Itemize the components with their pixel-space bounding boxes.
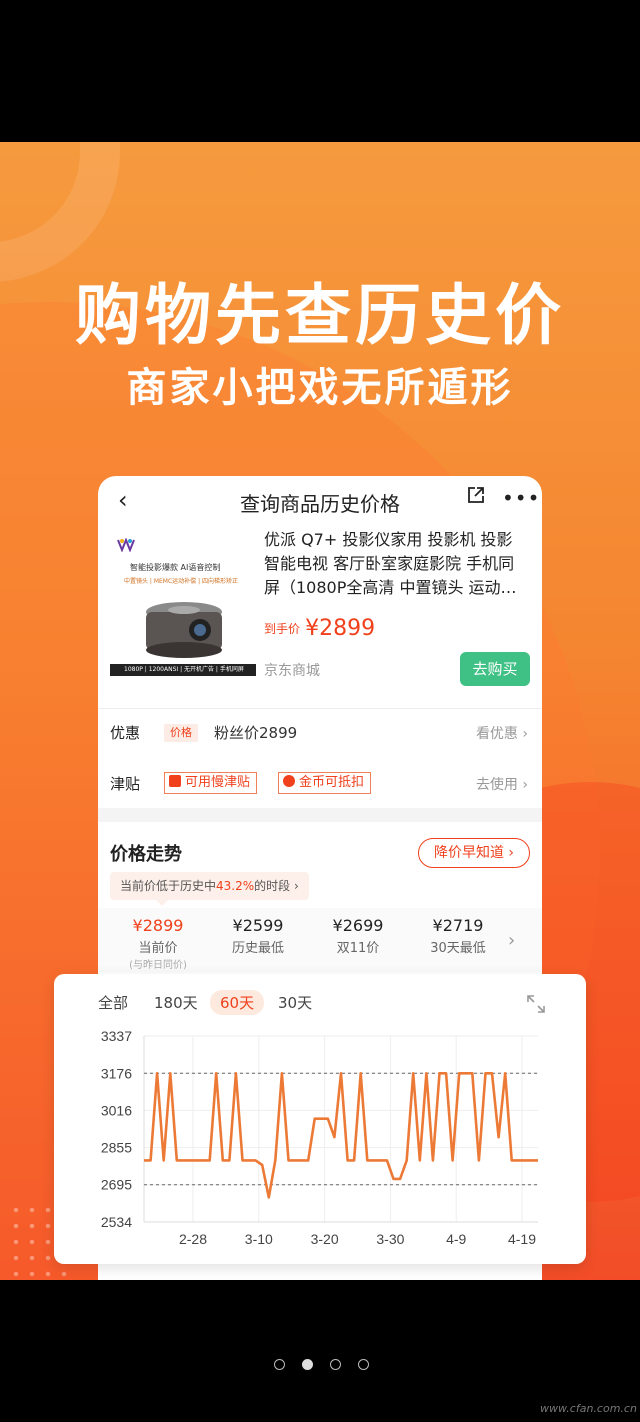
price-drop-alert-button[interactable]: 降价早知道 › bbox=[418, 838, 530, 868]
stat-label: 30天最低 bbox=[430, 941, 486, 956]
x-tick-label: 3-20 bbox=[311, 1231, 339, 1247]
coin-deduct-coupon[interactable]: 金币可抵扣 bbox=[278, 772, 372, 794]
x-tick-label: 4-9 bbox=[446, 1231, 466, 1247]
subsidy-label: 津贴 bbox=[110, 775, 141, 793]
product-name[interactable]: 优派 Q7+ 投影仪家用 投影机 投影智能电视 客厅卧室家庭影院 手机同屏（10… bbox=[264, 528, 526, 600]
stat-note: (与昨日同价) bbox=[129, 960, 187, 971]
price-stats: ¥2899 当前价 (与昨日同价) ¥2599 历史最低 ¥2699 双11价 … bbox=[98, 908, 542, 972]
slow-subsidy-coupon[interactable]: 可用慢津贴 bbox=[164, 772, 258, 794]
y-tick-label: 2855 bbox=[101, 1140, 132, 1156]
y-tick-label: 3337 bbox=[101, 1028, 132, 1044]
stat-30day-lowest: ¥2719 30天最低 bbox=[408, 916, 508, 956]
stat-label: 当前价 bbox=[138, 941, 178, 956]
fan-price: 粉丝价2899 bbox=[214, 724, 298, 742]
x-tick-label: 2-28 bbox=[179, 1231, 207, 1247]
price-tag: 价格 bbox=[164, 724, 198, 742]
page-dot[interactable] bbox=[330, 1359, 341, 1370]
section-gap bbox=[98, 808, 542, 822]
hint-prefix: 当前价低于历史中 bbox=[120, 879, 217, 893]
status-bar-area bbox=[0, 0, 640, 142]
coupon-label: 金币可抵扣 bbox=[299, 775, 365, 790]
watermark: www.cfan.com.cn bbox=[540, 1402, 637, 1415]
more-icon[interactable]: ••• bbox=[502, 486, 540, 510]
projector-illustration bbox=[146, 602, 222, 658]
coin-icon bbox=[283, 775, 295, 787]
hero-subtitle: 商家小把戏无所遁形 bbox=[126, 365, 514, 411]
coupon-label: 可用慢津贴 bbox=[185, 775, 251, 790]
page-dot[interactable] bbox=[302, 1359, 313, 1370]
bottom-area bbox=[0, 1280, 640, 1422]
stat-lowest: ¥2599 历史最低 bbox=[208, 916, 308, 956]
x-tick-label: 3-30 bbox=[376, 1231, 404, 1247]
image-feature-strip: 1080P | 1200ANSI | 无开机广告 | 手机同屏 bbox=[110, 664, 256, 676]
price-line-chart: 3337 3176 3016 2855 2695 2534 2-28 3-10 3-20 3-30… bbox=[101, 1028, 538, 1247]
x-tick-label: 4-19 bbox=[508, 1231, 536, 1247]
y-tick-label: 2534 bbox=[101, 1214, 132, 1230]
brand-logo bbox=[117, 538, 135, 552]
product-image[interactable]: 智能投影爆款 AI语音控制 中置镜头 | MEMC运动补偿 | 四向梯形矫正 1… bbox=[110, 528, 256, 678]
stat-value: ¥2899 bbox=[132, 916, 184, 935]
y-tick-label: 2695 bbox=[101, 1177, 132, 1193]
stat-value: ¥2599 bbox=[232, 916, 284, 935]
product-price: ¥2899 bbox=[305, 616, 376, 641]
hint-percent: 43.2% bbox=[216, 879, 255, 893]
hero-title: 购物先查历史价 bbox=[75, 277, 565, 354]
divider bbox=[98, 708, 542, 709]
store-name: 京东商城 bbox=[264, 663, 320, 679]
page-dot[interactable] bbox=[358, 1359, 369, 1370]
buy-button[interactable]: 去购买 bbox=[460, 652, 530, 686]
hint-caret bbox=[156, 900, 168, 906]
x-tick-label: 3-10 bbox=[245, 1231, 273, 1247]
chevron-right-icon[interactable]: › bbox=[508, 930, 515, 951]
image-features: 中置镜头 | MEMC运动补偿 | 四向梯形矫正 bbox=[124, 578, 239, 585]
y-tick-label: 3016 bbox=[101, 1102, 132, 1118]
decor-ring bbox=[0, 142, 120, 282]
share-icon[interactable] bbox=[466, 485, 486, 505]
price-trend-title: 价格走势 bbox=[110, 844, 182, 865]
stat-label: 历史最低 bbox=[231, 941, 284, 956]
image-headline: 智能投影爆款 AI语音控制 bbox=[130, 563, 221, 572]
stat-current: ¥2899 当前价 (与昨日同价) bbox=[108, 916, 208, 971]
promo-label: 优惠 bbox=[110, 724, 141, 742]
page-dot[interactable] bbox=[274, 1359, 285, 1370]
price-percentile-hint[interactable]: 当前价低于历史中43.2%的时段 › bbox=[110, 872, 309, 900]
coupon-icon bbox=[169, 775, 181, 787]
price-label: 到手价 bbox=[264, 622, 301, 636]
stat-double11: ¥2699 双11价 bbox=[308, 916, 408, 956]
stat-label: 双11价 bbox=[336, 941, 380, 956]
price-chart-card: 全部 180天 60天 30天 3337 3176 3016 2855 2695 2534… bbox=[54, 974, 586, 1264]
y-tick-label: 3176 bbox=[101, 1065, 132, 1081]
nav-bar: ‹ 查询商品历史价格 ••• bbox=[98, 476, 542, 524]
view-promo-link[interactable]: 看优惠 › bbox=[476, 723, 528, 743]
hint-suffix: 的时段 › bbox=[254, 879, 299, 893]
price-line bbox=[144, 1072, 538, 1199]
stat-value: ¥2719 bbox=[432, 916, 484, 935]
stat-value: ¥2699 bbox=[332, 916, 384, 935]
use-subsidy-link[interactable]: 去使用 › bbox=[476, 774, 528, 794]
price-row: 到手价 ¥2899 bbox=[264, 616, 375, 641]
